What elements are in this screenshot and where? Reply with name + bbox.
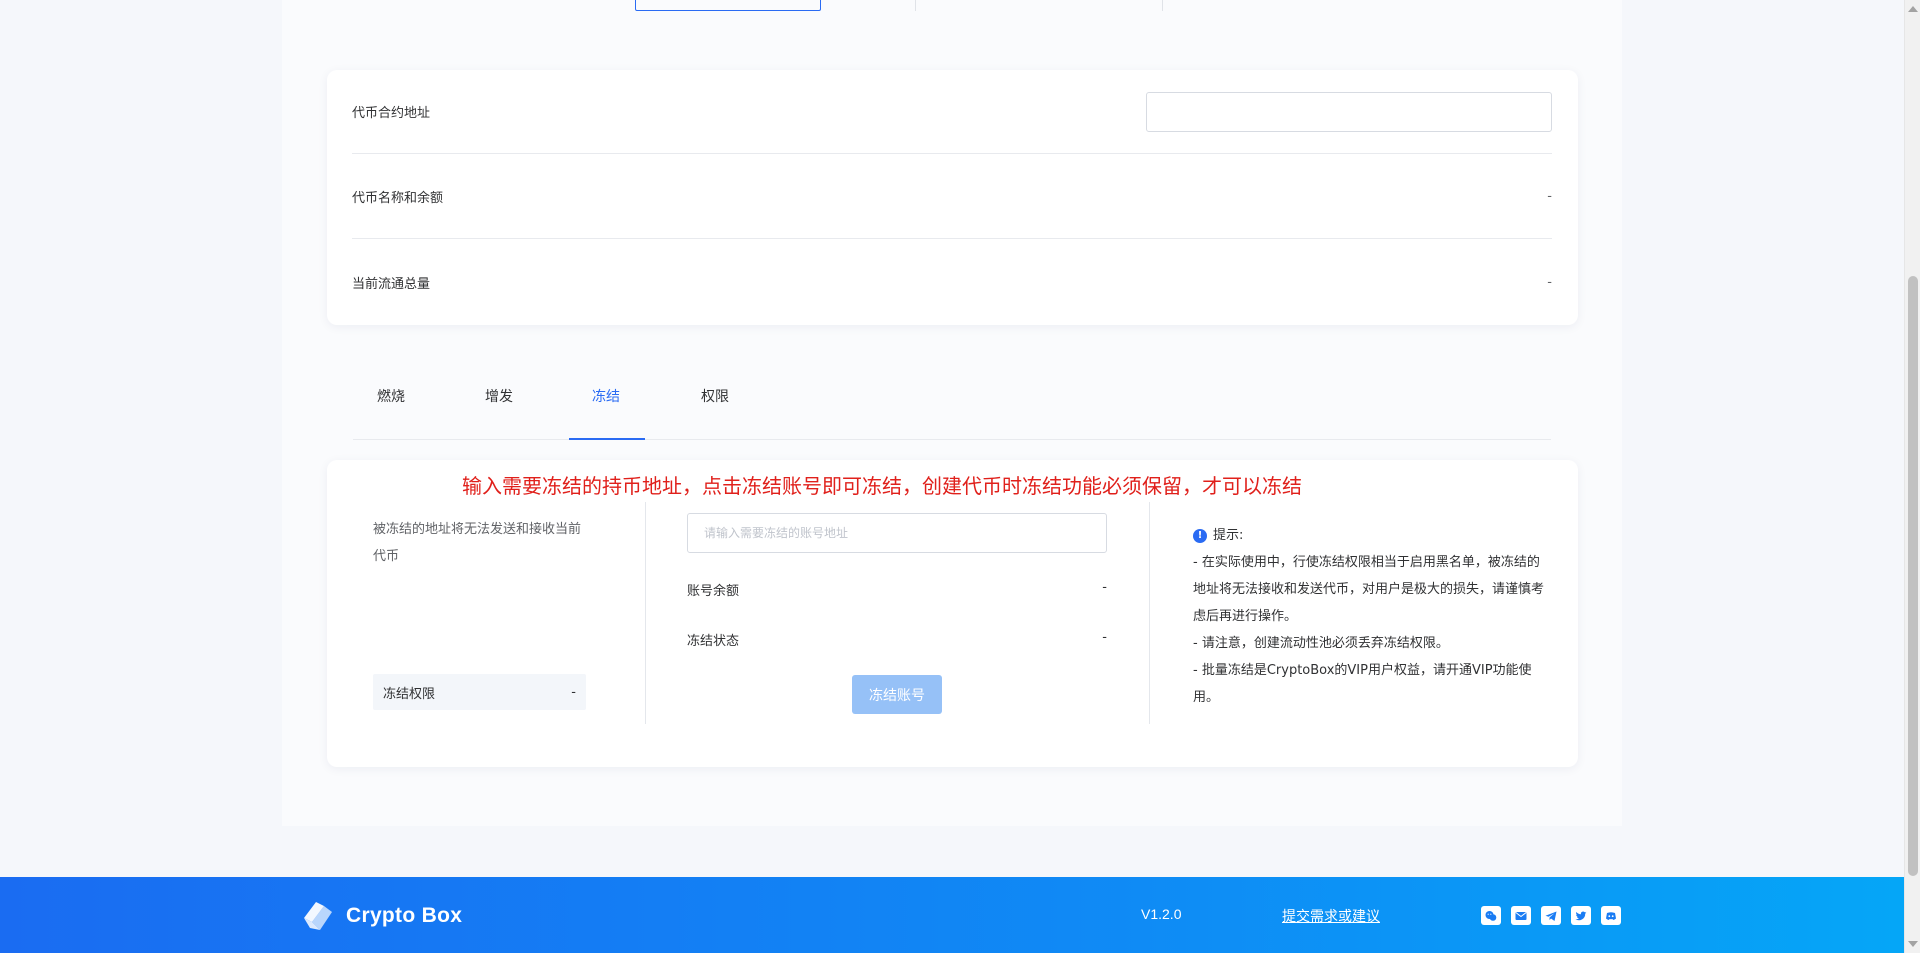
tip-item: - 批量冻结是CryptoBox的VIP用户权益，请开通VIP功能使用。 bbox=[1193, 663, 1532, 705]
scroll-down-arrow-icon[interactable] bbox=[1908, 941, 1918, 947]
footer: Crypto Box V1.2.0 提交需求或建议 bbox=[0, 877, 1904, 953]
freeze-card: 输入需要冻结的持币地址，点击冻结账号即可冻结，创建代币时冻结功能必须保留，才可以… bbox=[327, 460, 1578, 767]
account-balance-row: 账号余额 - bbox=[687, 580, 1107, 599]
tab-freeze[interactable]: 冻结 bbox=[592, 352, 620, 440]
discord-icon[interactable] bbox=[1601, 906, 1621, 925]
column-divider bbox=[1149, 502, 1150, 724]
token-name-balance-value: - bbox=[1547, 189, 1552, 204]
tab-burn[interactable]: 燃烧 bbox=[377, 352, 405, 440]
tips-panel: ! 提示: - 在实际使用中，行使冻结权限相当于启用黑名单，被冻结的地址将无法接… bbox=[1193, 522, 1548, 711]
tips-title-text: 提示: bbox=[1213, 528, 1244, 543]
wechat-icon[interactable] bbox=[1481, 906, 1501, 925]
freeze-status-value: - bbox=[1102, 630, 1107, 645]
version-label: V1.2.0 bbox=[1141, 906, 1182, 922]
tip-item: - 在实际使用中，行使冻结权限相当于启用黑名单，被冻结的地址将无法接收和发送代币… bbox=[1193, 555, 1545, 624]
email-icon[interactable] bbox=[1511, 906, 1531, 925]
column-divider bbox=[645, 502, 646, 724]
freeze-permission-box: 冻结权限 - bbox=[373, 674, 586, 710]
top-tab-active-outline[interactable] bbox=[635, 0, 821, 11]
contract-address-row: 代币合约地址 bbox=[352, 70, 1552, 154]
brand-name: Crypto Box bbox=[346, 904, 463, 927]
freeze-permission-label: 冻结权限 bbox=[383, 686, 436, 702]
submit-suggestion-link[interactable]: 提交需求或建议 bbox=[1282, 906, 1380, 926]
freeze-status-row: 冻结状态 - bbox=[687, 630, 1107, 649]
page: 代币合约地址 代币名称和余额 - 当前流通总量 - 燃烧 增发 冻结 权限 输入… bbox=[0, 0, 1920, 953]
main-panel: 代币合约地址 代币名称和余额 - 当前流通总量 - 燃烧 增发 冻结 权限 输入… bbox=[282, 0, 1622, 826]
freeze-account-button[interactable]: 冻结账号 bbox=[852, 675, 942, 714]
crypto-box-logo-icon bbox=[304, 902, 332, 930]
scrollbar-thumb[interactable] bbox=[1908, 276, 1918, 876]
contract-address-label: 代币合约地址 bbox=[352, 106, 431, 121]
account-balance-value: - bbox=[1102, 580, 1107, 595]
tips-title: ! 提示: bbox=[1193, 522, 1548, 549]
token-name-balance-row: 代币名称和余额 - bbox=[352, 155, 1552, 239]
scroll-up-arrow-icon[interactable] bbox=[1908, 6, 1918, 12]
tab-mint[interactable]: 增发 bbox=[485, 352, 513, 440]
vertical-scrollbar[interactable] bbox=[1904, 0, 1920, 953]
twitter-icon[interactable] bbox=[1571, 906, 1591, 925]
token-info-card: 代币合约地址 代币名称和余额 - 当前流通总量 - bbox=[327, 70, 1578, 325]
active-tab-indicator bbox=[569, 438, 645, 440]
circulating-supply-value: - bbox=[1547, 274, 1552, 290]
freeze-address-input[interactable] bbox=[687, 513, 1107, 553]
top-tab-divider bbox=[915, 0, 916, 11]
freeze-permission-value: - bbox=[571, 684, 576, 700]
account-balance-label: 账号余额 bbox=[687, 584, 740, 599]
info-icon: ! bbox=[1193, 528, 1207, 543]
token-name-balance-label: 代币名称和余额 bbox=[352, 191, 444, 206]
freeze-instruction-banner: 输入需要冻结的持币地址，点击冻结账号即可冻结，创建代币时冻结功能必须保留，才可以… bbox=[462, 476, 1302, 498]
contract-address-input[interactable] bbox=[1146, 91, 1552, 132]
tip-item: - 请注意，创建流动性池必须丢弃冻结权限。 bbox=[1193, 636, 1449, 651]
tab-permission[interactable]: 权限 bbox=[701, 352, 729, 440]
circulating-supply-label: 当前流通总量 bbox=[352, 276, 431, 292]
freeze-status-label: 冻结状态 bbox=[687, 634, 740, 649]
social-links bbox=[1481, 906, 1621, 925]
circulating-supply-row: 当前流通总量 - bbox=[352, 240, 1552, 324]
telegram-icon[interactable] bbox=[1541, 906, 1561, 925]
function-tabs: 燃烧 增发 冻结 权限 bbox=[353, 352, 1551, 440]
brand-logo[interactable]: Crypto Box bbox=[298, 896, 462, 936]
freeze-description: 被冻结的地址将无法发送和接收当前代币 bbox=[373, 522, 582, 564]
top-tab-divider bbox=[1162, 0, 1163, 11]
